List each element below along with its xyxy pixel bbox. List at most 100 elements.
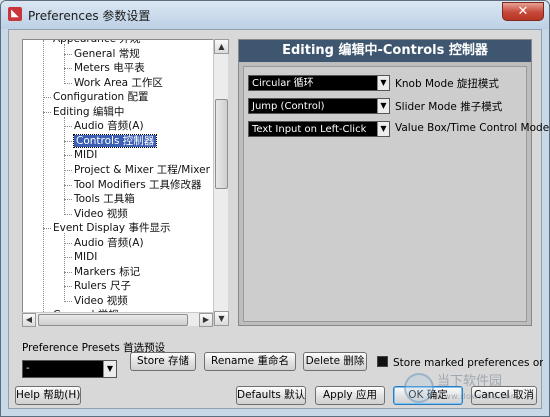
tree-item[interactable]: Rulers 尺子 <box>74 279 131 293</box>
tree-item-label: Controls 控制器 <box>72 133 158 148</box>
slider-mode-label: Slider Mode 推子模式 <box>395 101 503 113</box>
tree-branch-line <box>64 126 72 128</box>
tree-item-label: Rulers 尺子 <box>74 280 131 293</box>
tree-item-label: Tools 工具箱 <box>74 193 135 206</box>
watermark-text: 当下软件园 <box>437 374 503 389</box>
tree-item-label: Video 视频 <box>74 207 128 220</box>
knob-mode-label: Knob Mode 旋扭模式 <box>395 78 499 90</box>
presets-value: - <box>26 363 30 374</box>
store-button[interactable]: Store 存储 <box>130 352 196 371</box>
tree-item[interactable]: Appearance 外观 <box>53 39 141 46</box>
tree-vertical-scrollbar[interactable]: ▲ ▼ <box>213 39 229 326</box>
tree-item[interactable]: Event Display 事件显示 <box>53 221 170 235</box>
panel-body: Circular 循环 ▼ Knob Mode 旋扭模式 Jump (Contr… <box>243 66 549 322</box>
tree-branch-line <box>64 271 72 273</box>
tree-item[interactable]: Tool Modifiers 工具修改器 <box>74 178 202 192</box>
tree-item-label: Markers 标记 <box>74 265 141 278</box>
dialog-client: Appearance 外观 General 常规 Meters 电平表 Work Ar… <box>8 29 549 409</box>
tree-hscroll-thumb[interactable] <box>38 314 188 326</box>
tree-branch-line <box>64 140 72 142</box>
tree-item[interactable]: Video 视频 <box>74 294 128 308</box>
watermark: 当下软件园 www.downxia.com <box>437 374 519 404</box>
slider-mode-value: Jump (Control) <box>252 101 325 112</box>
tree-item[interactable]: General 常规 <box>74 47 140 61</box>
tree-branch-line <box>64 184 72 186</box>
tree-item[interactable]: Video 视频 <box>74 207 128 221</box>
value-box-mode-label: Value Box/Time Control Mode <box>395 122 550 134</box>
tree-branch-line <box>64 213 72 215</box>
tree-branch-line <box>64 257 72 259</box>
tree-branch-line <box>64 169 72 171</box>
preferences-tree[interactable]: Appearance 外观 General 常规 Meters 电平表 Work Ar… <box>22 39 228 326</box>
watermark-logo-icon <box>404 373 434 403</box>
store-marked-checkbox[interactable] <box>377 356 388 367</box>
tree-root-line <box>43 40 44 320</box>
tree-item-label: Project & Mixer 工程/Mixer <box>74 163 210 176</box>
knob-mode-value: Circular 循环 <box>252 78 314 89</box>
tree-item-label: General 常规 <box>74 47 140 60</box>
tree-item[interactable]: Tools 工具箱 <box>74 192 135 206</box>
settings-panel: Editing 编辑中-Controls 控制器 Circular 循环 ▼ K… <box>238 39 549 326</box>
tree-branch-line <box>43 228 51 230</box>
tree-child-line <box>64 233 65 302</box>
tree-branch-line <box>64 68 72 70</box>
panel-title: Editing 编辑中-Controls 控制器 <box>239 40 531 62</box>
tree-item-label: MIDI <box>74 149 98 162</box>
tree-item[interactable]: MIDI <box>74 250 97 264</box>
tree-branch-line <box>64 300 72 302</box>
tree-item-label: MIDI <box>74 251 98 264</box>
store-marked-label: Store marked preferences only 仅存 <box>393 357 543 369</box>
close-button[interactable]: ✕ <box>502 2 544 21</box>
tree-item[interactable]: Audio 音频(A) <box>74 119 144 133</box>
tree-item-label: Meters 电平表 <box>74 62 145 75</box>
watermark-url: www.downxia.com <box>437 392 520 401</box>
tree-branch-line <box>64 199 72 201</box>
tree-item-label: Audio 音频(A) <box>74 120 144 133</box>
tree-horizontal-scrollbar[interactable]: ◀ ▶ <box>22 312 213 327</box>
tree-item[interactable]: Project & Mixer 工程/Mixer <box>74 163 210 177</box>
tree-item-label: Tool Modifiers 工具修改器 <box>74 178 202 191</box>
tree-branch-line <box>64 82 72 84</box>
tree-item[interactable]: Controls 控制器 <box>72 133 158 148</box>
value-box-mode-select[interactable]: Text Input on Left-Click ▼ <box>248 121 390 137</box>
tree-item[interactable]: Work Area 工作区 <box>74 76 163 90</box>
slider-mode-select[interactable]: Jump (Control) ▼ <box>248 98 390 114</box>
tree-branch-line <box>64 53 72 55</box>
tree-child-line <box>64 44 65 84</box>
scroll-up-icon[interactable]: ▲ <box>214 39 229 54</box>
chevron-down-icon[interactable]: ▼ <box>377 99 389 113</box>
tree-item-label: Audio 音频(A) <box>74 236 144 249</box>
chevron-down-icon[interactable]: ▼ <box>103 361 116 377</box>
tree-item[interactable]: MIDI <box>74 148 97 162</box>
tree-item-label: Work Area 工作区 <box>74 76 163 89</box>
knob-mode-select[interactable]: Circular 循环 ▼ <box>248 75 390 91</box>
tree-item-label: Video 视频 <box>74 294 128 307</box>
tree-item-label: Configuration 配置 <box>53 91 149 104</box>
presets-select[interactable]: - ▼ <box>22 360 117 378</box>
delete-button[interactable]: Delete 删除 <box>303 352 367 371</box>
chevron-down-icon[interactable]: ▼ <box>377 122 389 136</box>
tree-scroll-thumb[interactable] <box>215 99 228 189</box>
scroll-left-icon[interactable]: ◀ <box>22 313 36 327</box>
tree-branch-line <box>43 39 51 40</box>
tree-branch-line <box>64 286 72 288</box>
cubase-logo-icon: ◣ <box>8 7 22 21</box>
title-bar[interactable]: ◣ Preferences 参数设置 ✕ <box>1 1 549 29</box>
tree-item[interactable]: Meters 电平表 <box>74 61 145 75</box>
help-button[interactable]: Help 帮助(H) <box>15 386 81 405</box>
tree-item[interactable]: Configuration 配置 <box>53 90 149 104</box>
apply-button[interactable]: Apply 应用 <box>315 386 385 405</box>
scroll-right-icon[interactable]: ▶ <box>199 313 213 327</box>
defaults-button[interactable]: Defaults 默认 <box>236 386 306 405</box>
tree-child-line <box>64 116 65 215</box>
tree-item[interactable]: Audio 音频(A) <box>74 236 144 250</box>
scroll-down-icon[interactable]: ▼ <box>214 311 229 326</box>
chevron-down-icon[interactable]: ▼ <box>377 76 389 90</box>
rename-button[interactable]: Rename 重命名 <box>204 352 296 371</box>
window-title: Preferences 参数设置 <box>28 9 151 23</box>
tree-item-label: Event Display 事件显示 <box>53 222 171 235</box>
tree-item[interactable]: Markers 标记 <box>74 265 140 279</box>
tree-branch-line <box>64 155 72 157</box>
tree-item-label: Appearance 外观 <box>53 39 141 45</box>
preferences-window: ◣ Preferences 参数设置 ✕ Appearance 外观 Genera… <box>0 0 550 417</box>
